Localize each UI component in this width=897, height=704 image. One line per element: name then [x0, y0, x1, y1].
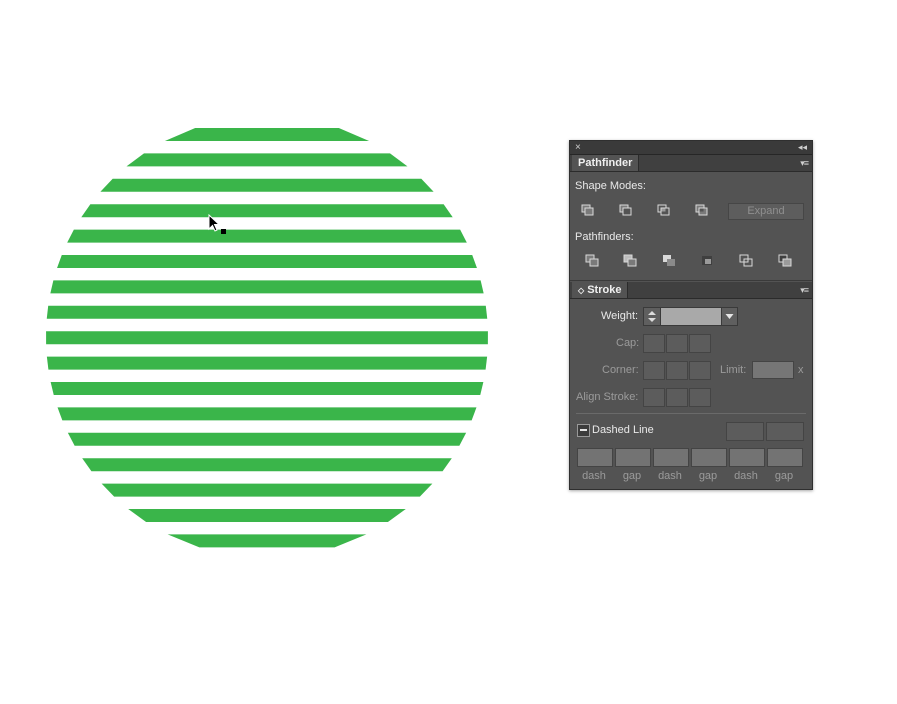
gap-3-input[interactable]	[767, 448, 803, 467]
gap-3-label: gap	[774, 470, 794, 482]
align-inside-icon[interactable]	[666, 388, 688, 407]
tab-stroke[interactable]: ◇ Stroke	[572, 282, 629, 298]
exclude-icon[interactable]	[691, 201, 713, 219]
pathfinder-stroke-panel: × ◂◂ Pathfinder ▾≡ Shape Modes: Expand P…	[569, 140, 813, 490]
divide-icon[interactable]	[582, 252, 604, 270]
stripe[interactable]	[167, 534, 367, 548]
stripe[interactable]	[46, 305, 488, 319]
trim-icon[interactable]	[620, 252, 642, 270]
stripe[interactable]	[46, 356, 488, 370]
stripe[interactable]	[50, 280, 484, 294]
stripe[interactable]	[67, 432, 467, 446]
weight-label: Weight:	[601, 310, 639, 322]
align-center-icon[interactable]	[643, 388, 665, 407]
gap-1-label: gap	[622, 470, 642, 482]
round-cap-icon[interactable]	[666, 334, 688, 353]
gap-1-input[interactable]	[615, 448, 651, 467]
align-dash-corners-icon[interactable]	[766, 422, 804, 441]
pathfinders-label: Pathfinders:	[575, 231, 634, 243]
expand-button[interactable]: Expand	[728, 203, 804, 220]
close-panel-icon[interactable]: ×	[575, 141, 581, 154]
dash-3-input[interactable]	[729, 448, 765, 467]
cap-label: Cap:	[616, 337, 640, 349]
stroke-tab-row: ◇ Stroke ▾≡	[570, 282, 812, 299]
collapse-panel-icon[interactable]: ◂◂	[798, 141, 807, 154]
intersect-icon[interactable]	[653, 201, 675, 219]
projecting-cap-icon[interactable]	[689, 334, 711, 353]
merge-icon[interactable]	[659, 252, 681, 270]
bevel-join-icon[interactable]	[689, 361, 711, 380]
pathfinder-tab-row: Pathfinder ▾≡	[570, 155, 812, 172]
stripe[interactable]	[126, 153, 408, 167]
stepper-arrows-icon	[648, 311, 656, 322]
stripe[interactable]	[57, 407, 477, 421]
stripe[interactable]	[128, 509, 406, 522]
panel-titlebar: × ◂◂	[570, 141, 812, 155]
dash-3-label: dash	[734, 470, 758, 482]
striped-circle-artwork[interactable]	[0, 0, 520, 704]
corner-label: Corner:	[602, 364, 639, 376]
stroke-divider	[576, 413, 806, 414]
gap-2-label: gap	[698, 470, 718, 482]
panel-menu-icon[interactable]: ▾≡	[800, 155, 809, 171]
stripe[interactable]	[57, 255, 477, 268]
dash-2-label: dash	[658, 470, 682, 482]
stroke-panel-menu-icon[interactable]: ▾≡	[800, 282, 809, 298]
gap-2-input[interactable]	[691, 448, 727, 467]
limit-label: Limit:	[720, 364, 747, 376]
butt-cap-icon[interactable]	[643, 334, 665, 353]
weight-input[interactable]	[660, 307, 722, 326]
round-join-icon[interactable]	[666, 361, 688, 380]
arrow-cursor-icon	[208, 214, 226, 234]
stripe[interactable]	[67, 229, 467, 243]
stripe[interactable]	[50, 382, 484, 395]
crop-icon[interactable]	[697, 252, 719, 270]
stripe[interactable]	[164, 128, 370, 141]
limit-unit: x	[798, 364, 804, 376]
align-stroke-label: Align Stroke:	[576, 391, 639, 403]
minus-back-icon[interactable]	[775, 252, 797, 270]
preserve-dash-icon[interactable]	[726, 422, 764, 441]
weight-stepper[interactable]	[643, 307, 661, 326]
weight-dropdown-button[interactable]	[721, 307, 738, 326]
stripe[interactable]	[81, 204, 453, 218]
stripe[interactable]	[101, 483, 433, 497]
dash-1-label: dash	[582, 470, 606, 482]
artboard[interactable]	[0, 0, 520, 704]
outline-icon[interactable]	[736, 252, 758, 270]
stroke-tab-label: Stroke	[587, 284, 622, 296]
minus-front-icon[interactable]	[615, 201, 637, 219]
dash-1-input[interactable]	[577, 448, 613, 467]
dashed-line-label: Dashed Line	[592, 424, 654, 436]
stripe[interactable]	[82, 458, 452, 472]
tab-pathfinder[interactable]: Pathfinder	[572, 155, 640, 171]
dashed-line-checkbox[interactable]	[577, 424, 590, 437]
shape-modes-label: Shape Modes:	[575, 180, 646, 192]
align-outside-icon[interactable]	[689, 388, 711, 407]
panel-divider	[570, 280, 812, 281]
chevron-down-icon	[725, 314, 734, 319]
limit-input[interactable]	[752, 361, 794, 379]
stripe[interactable]	[46, 331, 488, 345]
dash-2-input[interactable]	[653, 448, 689, 467]
stripe[interactable]	[100, 178, 434, 192]
unite-icon[interactable]	[577, 201, 599, 219]
stroke-tab-toggle-icon[interactable]: ◇	[578, 286, 584, 295]
miter-join-icon[interactable]	[643, 361, 665, 380]
